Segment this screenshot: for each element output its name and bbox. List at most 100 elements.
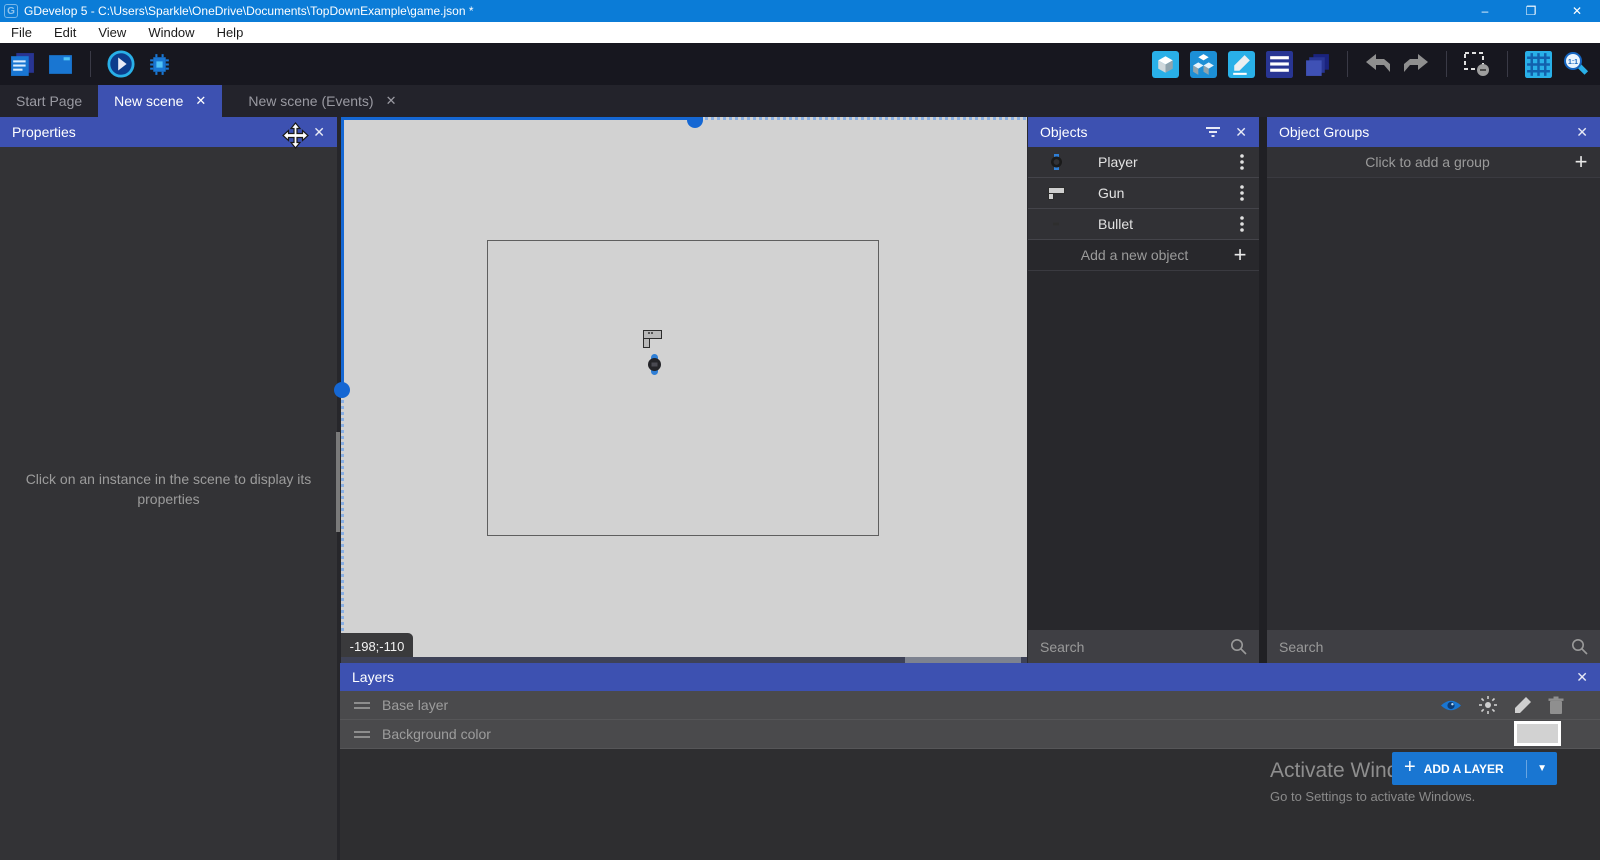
object-row-player[interactable]: Player bbox=[1028, 147, 1259, 178]
properties-close-icon[interactable]: ✕ bbox=[313, 124, 325, 141]
edit-layer-pencil-icon[interactable] bbox=[1514, 696, 1532, 714]
properties-header: Properties ✕ bbox=[0, 117, 337, 147]
drag-handle-icon[interactable] bbox=[354, 702, 370, 709]
objects-editor-icon[interactable] bbox=[1151, 50, 1179, 78]
tab-label: New scene (Events) bbox=[248, 93, 373, 109]
layers-header: Layers ✕ bbox=[340, 663, 1600, 691]
scene-canvas[interactable]: -198;-110 bbox=[341, 117, 1027, 663]
zoom-1to1-icon[interactable]: 1:1 bbox=[1562, 50, 1590, 78]
tab-label: New scene bbox=[114, 93, 183, 109]
visibility-eye-icon[interactable] bbox=[1440, 698, 1462, 713]
start-page-icon[interactable] bbox=[46, 50, 74, 78]
groups-search-input[interactable] bbox=[1279, 639, 1571, 655]
filter-icon[interactable] bbox=[1205, 126, 1221, 138]
layer-name: Background color bbox=[382, 726, 491, 742]
drag-handle-icon[interactable] bbox=[354, 731, 370, 738]
objects-close-icon[interactable]: ✕ bbox=[1235, 124, 1247, 141]
gun-instance[interactable] bbox=[643, 330, 662, 348]
background-color-swatch[interactable] bbox=[1514, 721, 1561, 746]
properties-edit-icon[interactable] bbox=[1227, 50, 1255, 78]
tab-label: Start Page bbox=[16, 93, 82, 109]
canvas-vscrollbar-track-dashed bbox=[341, 400, 344, 655]
canvas-hscrollbar-track bbox=[341, 117, 693, 120]
add-a-layer-button[interactable]: + ADD A LAYER ▼ bbox=[1392, 752, 1557, 785]
player-instance[interactable] bbox=[647, 354, 662, 375]
menu-edit[interactable]: Edit bbox=[43, 22, 87, 43]
toolbar-separator bbox=[1446, 51, 1447, 77]
svg-text:1:1: 1:1 bbox=[1568, 59, 1578, 66]
properties-scrollbar[interactable] bbox=[336, 432, 340, 532]
delete-layer-trash-icon[interactable] bbox=[1548, 696, 1564, 715]
deselect-icon[interactable] bbox=[1463, 50, 1491, 78]
undo-icon[interactable] bbox=[1364, 50, 1392, 78]
object-menu-icon[interactable] bbox=[1225, 185, 1259, 201]
layer-row-base[interactable]: Base layer bbox=[340, 691, 1600, 720]
game-window-bounds bbox=[487, 240, 879, 536]
object-groups-header: Object Groups ✕ bbox=[1267, 117, 1600, 147]
add-new-object-button[interactable]: Add a new object + bbox=[1028, 240, 1259, 271]
close-button[interactable]: ✕ bbox=[1554, 0, 1600, 22]
objects-search-input[interactable] bbox=[1040, 639, 1230, 655]
restore-button[interactable]: ❐ bbox=[1508, 0, 1554, 22]
play-icon[interactable] bbox=[107, 50, 135, 78]
layer-row-background-color[interactable]: Background color bbox=[340, 720, 1600, 749]
panel-divider[interactable] bbox=[1259, 117, 1267, 663]
add-new-object-label: Add a new object bbox=[1028, 247, 1221, 263]
object-row-bullet[interactable]: Bullet bbox=[1028, 209, 1259, 240]
object-menu-icon[interactable] bbox=[1225, 216, 1259, 232]
menu-file[interactable]: File bbox=[0, 22, 43, 43]
properties-panel: Properties ✕ Click on an instance in the… bbox=[0, 117, 337, 860]
object-name: Player bbox=[1084, 154, 1225, 170]
gun-sprite-icon bbox=[1048, 187, 1065, 200]
objects-title: Objects bbox=[1040, 124, 1087, 140]
titlebar: G GDevelop 5 - C:\Users\Sparkle\OneDrive… bbox=[0, 0, 1600, 22]
add-group-label: Click to add a group bbox=[1267, 154, 1562, 170]
objects-search-bar bbox=[1028, 630, 1259, 663]
redo-icon[interactable] bbox=[1402, 50, 1430, 78]
groups-search-bar bbox=[1267, 630, 1600, 663]
canvas-vscrollbar-thumb[interactable] bbox=[334, 382, 350, 398]
canvas-vscrollbar-track bbox=[341, 117, 344, 389]
object-groups-close-icon[interactable]: ✕ bbox=[1576, 124, 1588, 141]
toolbar-separator bbox=[1347, 51, 1348, 77]
tab-new-scene-events[interactable]: New scene (Events) ✕ bbox=[232, 85, 412, 117]
gdevelop-logo-icon: G bbox=[4, 4, 18, 18]
watermark-line2: Go to Settings to activate Windows. bbox=[1270, 789, 1475, 804]
menu-view[interactable]: View bbox=[87, 22, 137, 43]
plus-icon: + bbox=[1562, 149, 1600, 175]
objects-panel: Objects ✕ Player Gun bbox=[1028, 117, 1259, 663]
bullet-sprite-icon bbox=[1053, 222, 1060, 226]
player-sprite-icon bbox=[1050, 154, 1063, 170]
layers-close-icon[interactable]: ✕ bbox=[1576, 669, 1588, 686]
search-icon bbox=[1230, 638, 1247, 655]
cursor-coordinates: -198;-110 bbox=[341, 633, 413, 659]
tab-close-icon[interactable]: ✕ bbox=[386, 93, 397, 109]
menu-help[interactable]: Help bbox=[206, 22, 255, 43]
tab-new-scene[interactable]: New scene ✕ bbox=[98, 85, 222, 117]
layers-icon[interactable] bbox=[1303, 50, 1331, 78]
canvas-hscrollbar-thumb[interactable] bbox=[687, 117, 703, 128]
instances-list-icon[interactable] bbox=[1265, 50, 1293, 78]
tabbar: Start Page New scene ✕ New scene (Events… bbox=[0, 85, 1600, 117]
plus-icon: + bbox=[1404, 756, 1416, 779]
object-row-gun[interactable]: Gun bbox=[1028, 178, 1259, 209]
project-manager-icon[interactable] bbox=[8, 50, 36, 78]
tab-close-icon[interactable]: ✕ bbox=[195, 93, 206, 109]
object-groups-icon[interactable] bbox=[1189, 50, 1217, 78]
layer-effects-icon[interactable] bbox=[1478, 695, 1498, 715]
menu-window[interactable]: Window bbox=[137, 22, 205, 43]
gdevelop-window: G GDevelop 5 - C:\Users\Sparkle\OneDrive… bbox=[0, 0, 1600, 860]
object-menu-icon[interactable] bbox=[1225, 154, 1259, 170]
objects-list-empty-area bbox=[1028, 271, 1259, 630]
chevron-down-icon[interactable]: ▼ bbox=[1526, 760, 1547, 778]
groups-list-empty-area bbox=[1267, 178, 1600, 630]
add-a-layer-label: ADD A LAYER bbox=[1424, 762, 1504, 776]
tab-start-page[interactable]: Start Page bbox=[0, 85, 98, 117]
minimize-button[interactable]: – bbox=[1462, 0, 1508, 22]
object-groups-title: Object Groups bbox=[1279, 124, 1369, 140]
debug-icon[interactable] bbox=[145, 50, 173, 78]
add-group-button[interactable]: Click to add a group + bbox=[1267, 147, 1600, 178]
search-icon bbox=[1571, 638, 1588, 655]
grid-icon[interactable] bbox=[1524, 50, 1552, 78]
object-groups-panel: Object Groups ✕ Click to add a group + bbox=[1267, 117, 1600, 663]
